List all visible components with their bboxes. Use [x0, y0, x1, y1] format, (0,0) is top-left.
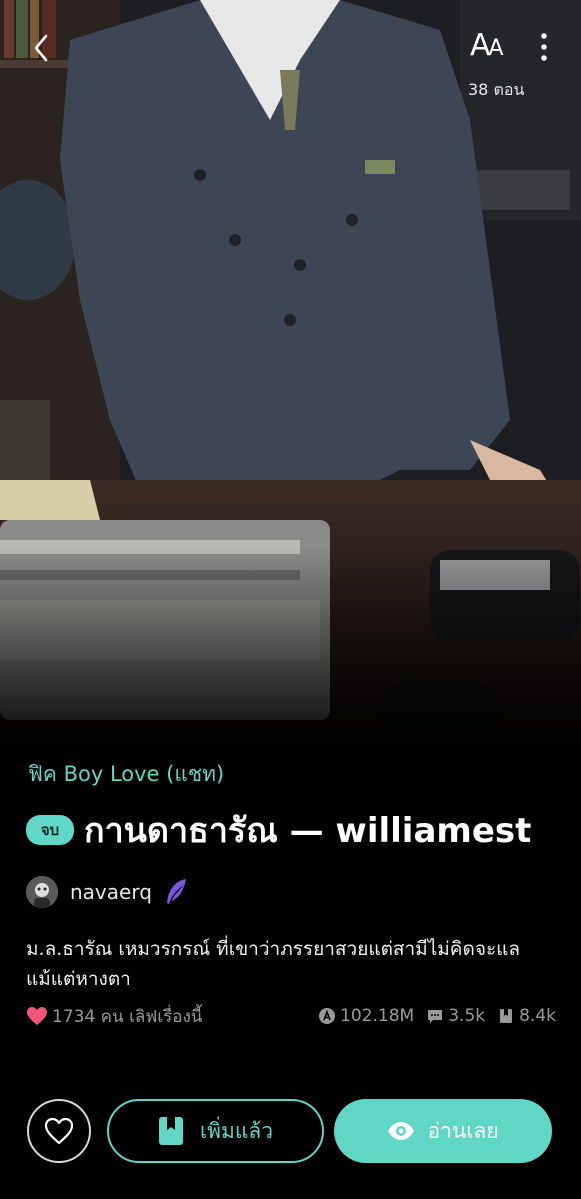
title-row: จบ กานดาธารัณ — williamest	[26, 805, 571, 855]
more-vertical-icon	[541, 33, 547, 61]
cover-image	[0, 0, 581, 760]
stats-row: 1734 คน เลิฟเรื่องนี้ 102.18M 3.5k 8.4k	[26, 1002, 556, 1030]
chevron-left-icon	[34, 34, 48, 62]
likes-stat: 1734 คน เลิฟเรื่องนี้	[26, 1003, 202, 1030]
read-now-button[interactable]: อ่านเลย	[334, 1099, 552, 1163]
views-badge-icon	[319, 1008, 336, 1024]
book-bookmark-icon	[158, 1117, 183, 1145]
add-to-library-button[interactable]: เพิ่มแล้ว	[107, 1099, 324, 1163]
add-to-library-label: เพิ่มแล้ว	[199, 1118, 274, 1143]
avatar-image	[26, 876, 58, 908]
likes-text: 1734 คน เลิฟเรื่องนี้	[52, 1006, 203, 1027]
read-now-label: อ่านเลย	[427, 1118, 499, 1143]
comments-stat: 3.5k	[426, 1006, 485, 1026]
category-label[interactable]: ฟิค Boy Love (แชท)	[28, 758, 224, 791]
heart-filled-icon	[27, 1007, 47, 1025]
author-row[interactable]: navaerq	[26, 873, 190, 911]
story-title: กานดาธารัณ — williamest	[84, 811, 532, 851]
synopsis: ม.ล.ธารัณ เหมวรกรณ์ ที่เขาว่าภรรยาสวยแต่…	[26, 938, 521, 990]
avatar[interactable]	[26, 876, 58, 908]
comments-count: 3.5k	[448, 1006, 486, 1026]
font-size-big-letter: A	[470, 28, 491, 63]
library-count: 8.4k	[519, 1006, 556, 1026]
status-badge: จบ	[26, 815, 74, 845]
feather-icon	[166, 879, 186, 904]
back-button[interactable]	[22, 28, 62, 68]
comment-icon	[428, 1010, 443, 1023]
font-size-button[interactable]: AA	[470, 28, 516, 68]
bookmark-book-icon	[500, 1009, 513, 1023]
favorite-button[interactable]	[27, 1099, 91, 1163]
heart-outline-icon	[44, 1117, 74, 1145]
more-options-button[interactable]	[530, 30, 558, 66]
views-stat: 102.18M	[318, 1006, 414, 1026]
library-stat: 8.4k	[497, 1006, 556, 1026]
episode-count: 38 ตอน	[468, 80, 525, 99]
views-count: 102.18M	[340, 1006, 415, 1026]
author-name[interactable]: navaerq	[70, 880, 152, 904]
eye-icon	[388, 1122, 415, 1140]
font-size-small-letter: A	[488, 36, 504, 61]
